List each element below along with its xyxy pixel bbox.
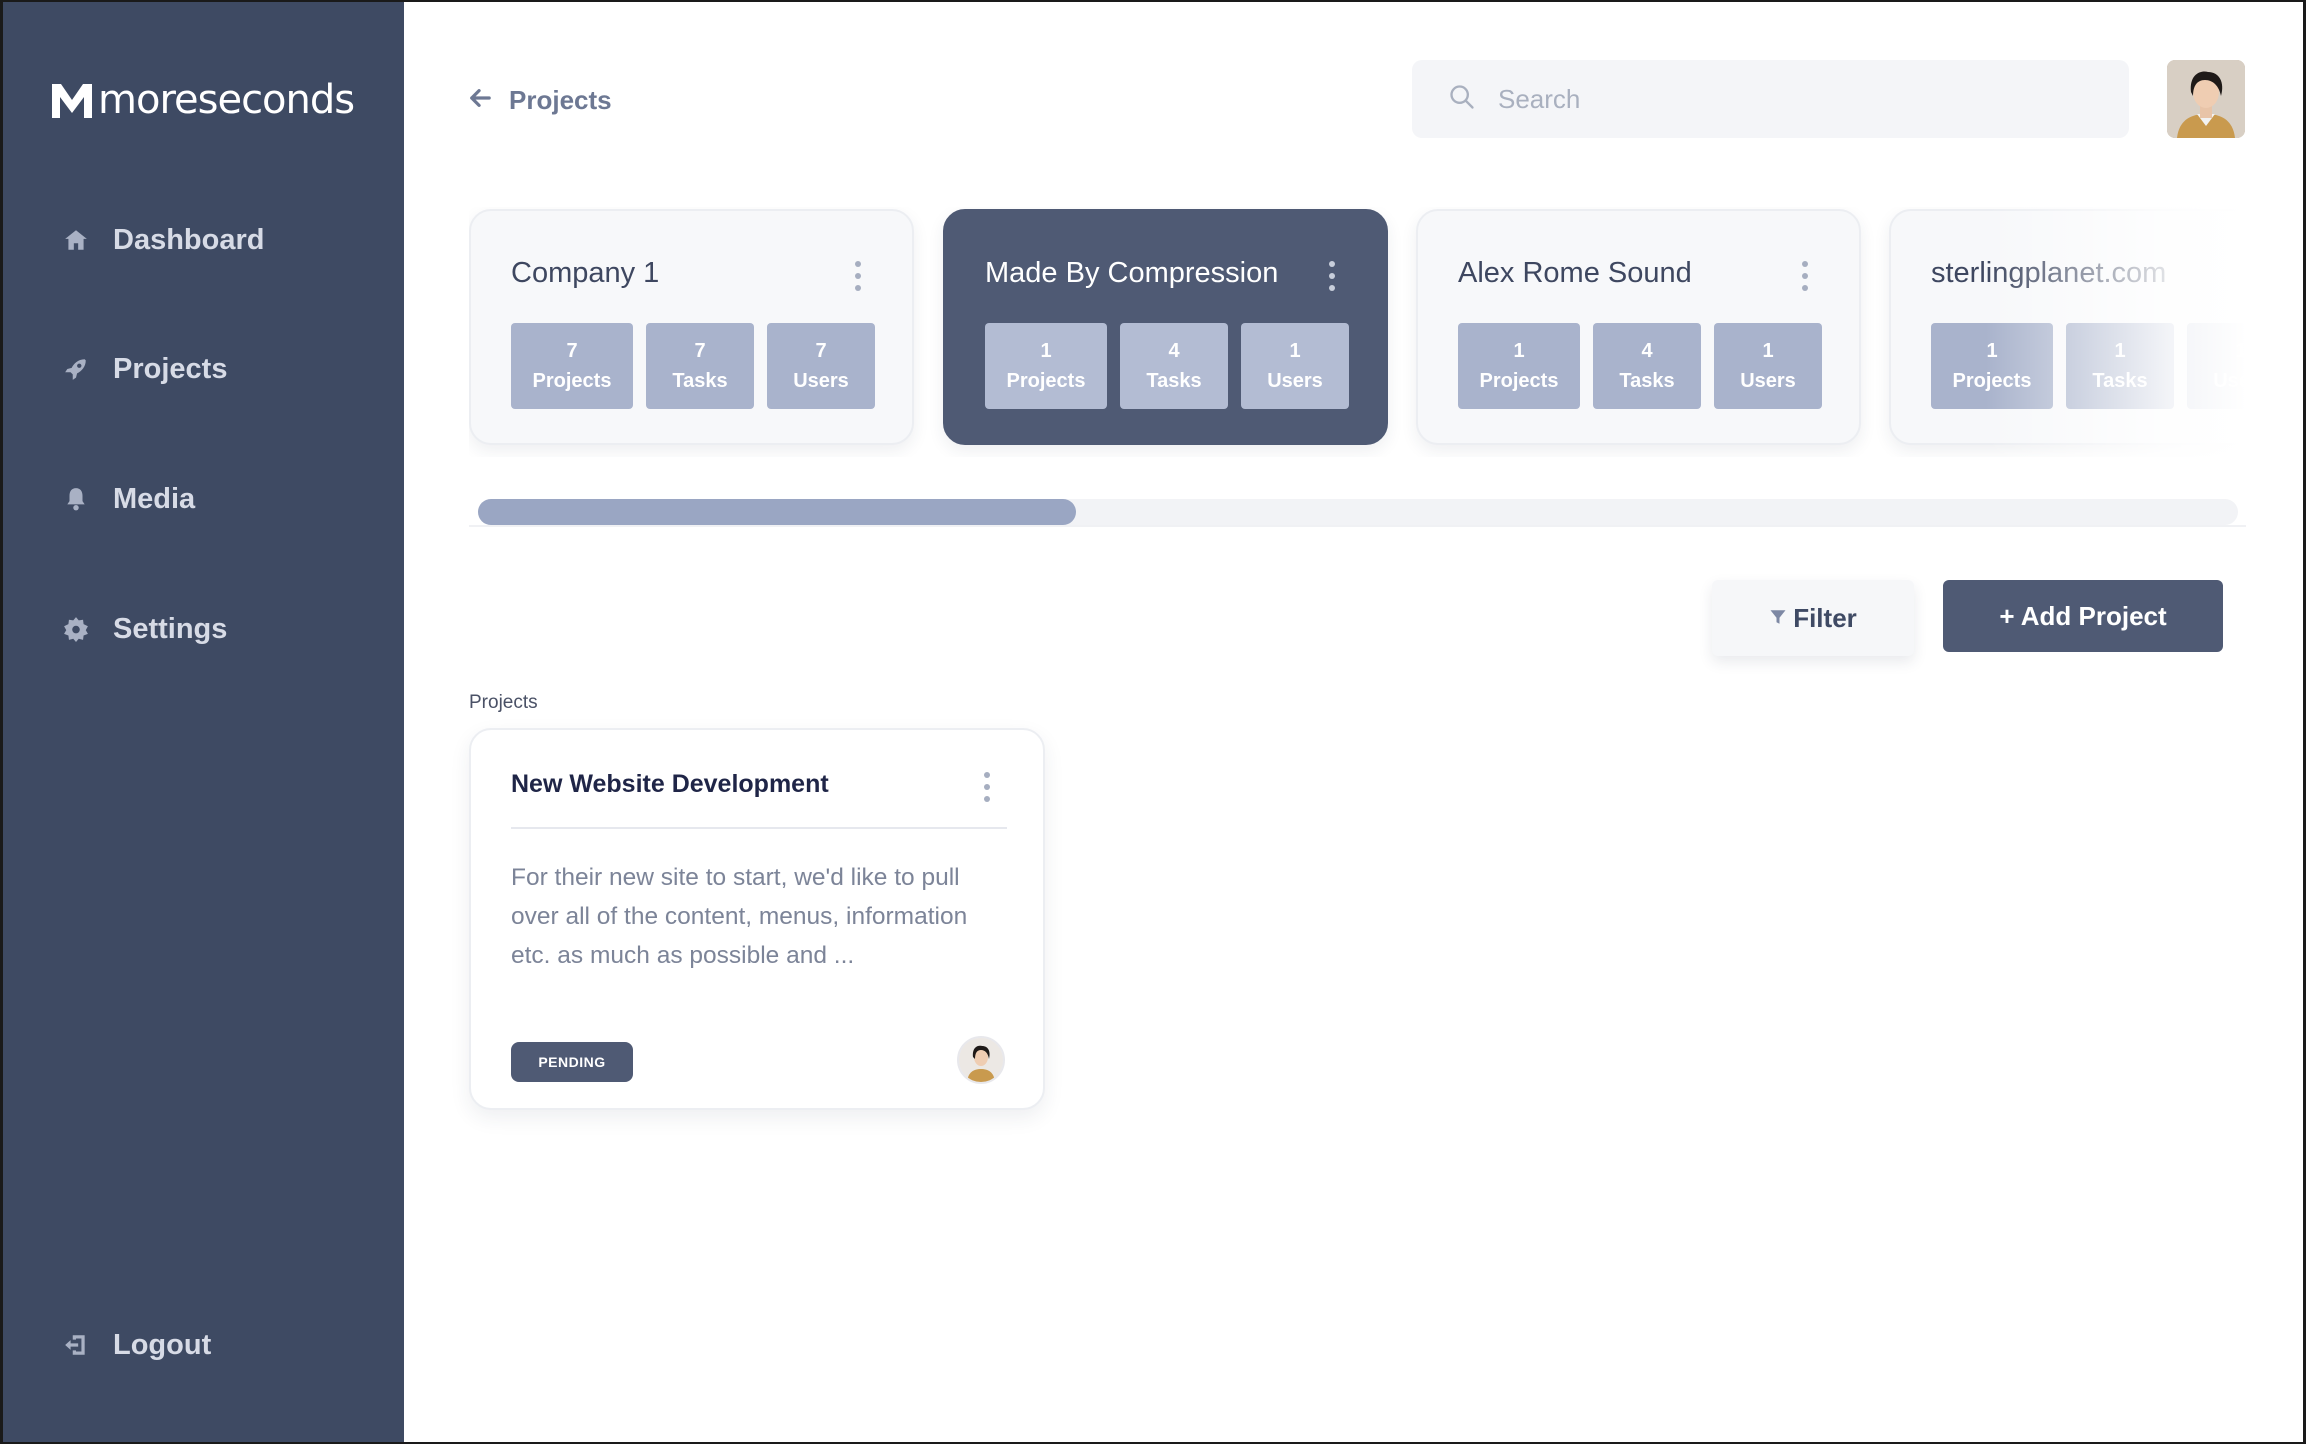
section-title: Projects [469, 692, 538, 713]
stat-value: 4 [1168, 340, 1180, 362]
project-description: For their new site to start, we'd like t… [511, 864, 968, 969]
stat-tasks[interactable]: 4 Tasks [1593, 323, 1701, 409]
stat-value: 1 [1289, 340, 1301, 362]
stat-value: 1 [2235, 340, 2246, 362]
filter-icon [1769, 608, 1787, 629]
stat-value: 1 [1040, 340, 1052, 362]
company-stats: 1 Projects 1 Tasks 1 Users [1931, 323, 2246, 409]
assignee-avatar-image [959, 1038, 1003, 1082]
stat-tasks[interactable]: 1 Tasks [2066, 323, 2174, 409]
sidebar-item-media[interactable]: Media [61, 479, 195, 519]
stat-label: Users [1267, 370, 1323, 392]
search-input[interactable] [1498, 83, 2098, 115]
stat-value: 7 [566, 340, 578, 362]
company-name: sterlingplanet.com [1931, 257, 2167, 289]
divider [511, 827, 1007, 829]
stat-label: Users [1740, 370, 1796, 392]
back-link[interactable]: Projects [469, 82, 612, 118]
company-name: Company 1 [511, 257, 660, 289]
stat-value: 1 [1986, 340, 1998, 362]
stat-label: Tasks [2092, 370, 2148, 392]
stat-value: 1 [1762, 340, 1774, 362]
company-name: Alex Rome Sound [1458, 257, 1692, 289]
logout-icon [61, 1330, 91, 1360]
company-card[interactable]: Alex Rome Sound 1 Projects 4 Tasks 1 Use… [1416, 209, 1861, 445]
rocket-icon [61, 354, 91, 384]
logo-icon [52, 84, 92, 118]
search-icon [1448, 83, 1476, 116]
kebab-menu-icon[interactable] [854, 261, 862, 291]
sidebar-item-label: Settings [113, 612, 228, 645]
logout-label: Logout [113, 1328, 212, 1361]
logo[interactable]: moreseconds [50, 77, 355, 123]
company-card[interactable]: sterlingplanet.com 1 Projects 1 Tasks 1 … [1889, 209, 2246, 445]
stat-projects[interactable]: 1 Projects [985, 323, 1107, 409]
sidebar-item-label: Projects [113, 352, 228, 385]
status-badge: PENDING [511, 1042, 633, 1082]
stat-label: Projects [1006, 370, 1086, 392]
company-card[interactable]: Company 1 7 Projects 7 Tasks 7 Users [469, 209, 914, 445]
sidebar-item-label: Dashboard [113, 223, 265, 256]
stat-label: Projects [532, 370, 612, 392]
companies-carousel[interactable]: Company 1 7 Projects 7 Tasks 7 Users Mad… [469, 207, 2246, 457]
company-stats: 7 Projects 7 Tasks 7 Users [511, 323, 875, 409]
project-card[interactable]: New Website Development For their new si… [469, 728, 1045, 1110]
search-bar[interactable] [1412, 60, 2129, 138]
company-stats: 1 Projects 4 Tasks 1 Users [985, 323, 1349, 409]
home-icon [61, 225, 91, 255]
stat-label: Projects [1952, 370, 2032, 392]
scrollbar-thumb[interactable] [478, 499, 1077, 525]
divider [469, 525, 2246, 527]
logo-text: moreseconds [98, 77, 355, 123]
add-project-button[interactable]: + Add Project [1943, 580, 2223, 652]
sidebar-item-label: Media [113, 482, 196, 515]
kebab-menu-icon[interactable] [1801, 261, 1809, 291]
app-frame: moreseconds Dashboard Projects Media Set [3, 2, 2303, 1442]
company-card-active[interactable]: Made By Compression 1 Projects 4 Tasks 1… [943, 209, 1388, 445]
logout-button[interactable]: Logout [61, 1325, 211, 1365]
stat-label: Users [2213, 370, 2246, 392]
company-stats: 1 Projects 4 Tasks 1 Users [1458, 323, 1822, 409]
stat-tasks[interactable]: 4 Tasks [1120, 323, 1228, 409]
stat-label: Users [793, 370, 849, 392]
stat-label: Tasks [1619, 370, 1675, 392]
filter-label: Filter [1793, 602, 1857, 633]
sidebar: moreseconds Dashboard Projects Media Set [3, 2, 404, 1442]
stat-users[interactable]: 1 Users [2187, 323, 2246, 409]
stat-projects[interactable]: 1 Projects [1458, 323, 1580, 409]
stat-users[interactable]: 1 Users [1714, 323, 1822, 409]
sidebar-item-dashboard[interactable]: Dashboard [61, 220, 264, 260]
user-avatar[interactable] [2167, 60, 2245, 138]
gear-icon [61, 614, 91, 644]
breadcrumb: Projects [509, 84, 612, 115]
user-avatar-image [2167, 60, 2245, 138]
filter-button[interactable]: Filter [1712, 580, 1914, 656]
stat-users[interactable]: 7 Users [767, 323, 875, 409]
stat-label: Projects [1479, 370, 1559, 392]
stat-projects[interactable]: 1 Projects [1931, 323, 2053, 409]
stat-value: 1 [2114, 340, 2126, 362]
project-title: New Website Development [511, 770, 829, 798]
assignee-avatar[interactable] [957, 1036, 1005, 1084]
sidebar-item-projects[interactable]: Projects [61, 349, 227, 389]
stat-value: 4 [1641, 340, 1653, 362]
stat-tasks[interactable]: 7 Tasks [646, 323, 754, 409]
kebab-menu-icon[interactable] [983, 772, 991, 802]
stat-label: Tasks [672, 370, 728, 392]
stat-value: 7 [815, 340, 827, 362]
stat-projects[interactable]: 7 Projects [511, 323, 633, 409]
bell-icon [61, 484, 91, 514]
company-name: Made By Compression [985, 257, 1279, 289]
arrow-left-icon [469, 87, 491, 114]
stat-label: Tasks [1146, 370, 1202, 392]
stat-value: 7 [694, 340, 706, 362]
sidebar-item-settings[interactable]: Settings [61, 609, 227, 649]
stat-users[interactable]: 1 Users [1241, 323, 1349, 409]
stat-value: 1 [1513, 340, 1525, 362]
kebab-menu-icon[interactable] [1328, 261, 1336, 291]
carousel-scrollbar[interactable] [478, 499, 2238, 525]
